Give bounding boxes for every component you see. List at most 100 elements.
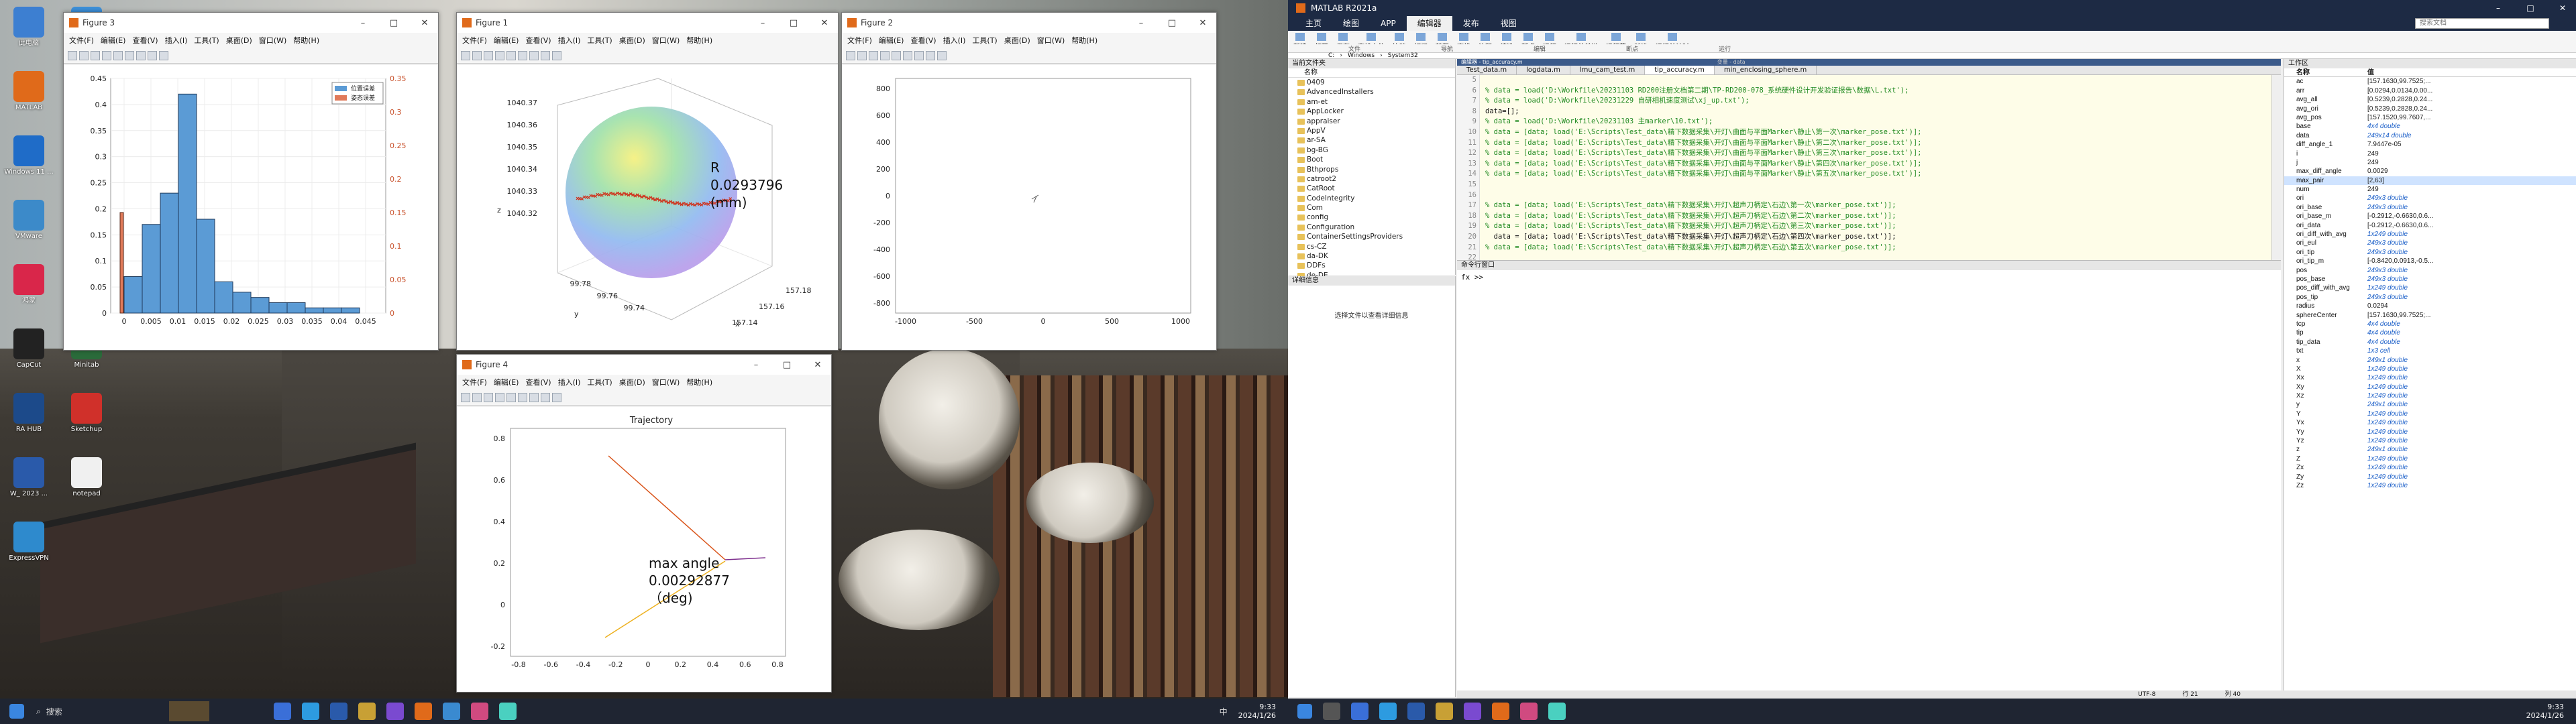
editor-tab[interactable]: logdata.m [1517,66,1570,74]
minimize-button[interactable]: – [2485,3,2512,13]
workspace-variable[interactable]: ori_base 249x3 double [2284,203,2576,212]
desktop-icon[interactable]: VMware [3,200,55,261]
workspace-variable[interactable]: Xz 1x249 double [2284,391,2576,400]
file-list-item[interactable]: cs-CZ [1288,242,1455,251]
tab-editor[interactable]: 编辑器 [1406,16,1452,31]
word-icon[interactable] [1407,703,1425,720]
pointer-icon[interactable] [541,50,550,60]
editor-tab[interactable]: tip_accuracy.m [1645,66,1715,74]
workspace-variable[interactable]: ori_data [-0.2912,-0.6630,0.6... [2284,221,2576,230]
code-line[interactable] [1485,180,2271,190]
print-icon[interactable] [102,50,111,60]
menu-tools[interactable]: 工具(T) [194,35,219,46]
file-list-item[interactable]: appraiser [1288,117,1455,126]
menu-help[interactable]: 帮助(H) [686,35,712,46]
tab-apps[interactable]: APP [1370,16,1407,31]
app-icon[interactable] [443,703,460,720]
print-icon[interactable] [495,392,504,402]
pointer-icon[interactable] [148,50,157,60]
widget-icon[interactable] [169,701,209,721]
maximize-button[interactable]: □ [380,18,407,28]
desktop-icon[interactable]: 鸿蒙 [3,264,55,326]
onenote-icon[interactable] [1464,703,1481,720]
workspace-variable[interactable]: ori 249x3 double [2284,194,2576,202]
minimize-button[interactable]: – [743,360,769,370]
legend-icon[interactable] [914,50,924,60]
code-text[interactable]: % data = load('D:\Workfile\20231103 RD20… [1480,75,2271,345]
menu-help[interactable]: 帮助(H) [293,35,319,46]
tab-plots[interactable]: 绘图 [1332,16,1370,31]
workspace-variable[interactable]: i 249 [2284,149,2576,158]
workspace-variable[interactable]: Yx 1x249 double [2284,418,2576,427]
workspace-variable[interactable]: avg_ori [0.5239,0.2828,0.24... [2284,105,2576,113]
save-icon[interactable] [484,392,493,402]
workspace-variable[interactable]: pos_diff_with_avg 1x249 double [2284,284,2576,292]
code-line[interactable]: data = [data; load('E:\Scripts\Test_data… [1485,232,2271,243]
open-icon[interactable] [472,392,482,402]
figure1-window[interactable]: Figure 1 – □ ✕ 文件(F) 编辑(E) 查看(V) 插入(I) 工具(T) 桌面(… [456,12,839,351]
print-icon[interactable] [880,50,890,60]
code-line[interactable]: % data = [data; load('E:\Scripts\Test_da… [1485,138,2271,149]
menu-tools[interactable]: 工具(T) [587,377,612,387]
minimize-button[interactable]: – [749,18,776,28]
workspace-variable[interactable]: x 249x1 double [2284,356,2576,365]
desktop-icon[interactable]: MATLAB [3,71,55,133]
workspace-variable[interactable]: Zx 1x249 double [2284,463,2576,472]
workspace-variable[interactable]: z 249x1 double [2284,445,2576,454]
save-icon[interactable] [91,50,100,60]
file-list-item[interactable]: 0409 [1288,78,1455,87]
menu-insert[interactable]: 插入(I) [943,35,966,46]
menu-window[interactable]: 窗口(W) [652,35,680,46]
taskview-icon[interactable] [1351,703,1368,720]
menu-file[interactable]: 文件(F) [847,35,872,46]
workspace-variable[interactable]: X 1x249 double [2284,365,2576,373]
search-box[interactable]: ⌕ 搜索 [30,702,164,721]
workspace-variable[interactable]: max_diff_angle 0.0029 [2284,167,2576,176]
open-icon[interactable] [79,50,89,60]
desktop-icon[interactable]: RA HUB [3,393,55,455]
start-icon[interactable] [1297,704,1312,719]
workspace-variable[interactable]: Zy 1x249 double [2284,473,2576,481]
desktop-icon[interactable]: 此电脑 [3,7,55,68]
workspace-variable[interactable]: base 4x4 double [2284,122,2576,131]
legend-icon[interactable] [529,50,539,60]
legend-icon[interactable] [529,392,539,402]
editor-tab[interactable]: Test_data.m [1457,66,1517,74]
file-list-item[interactable]: AppV [1288,126,1455,135]
workspace-variable[interactable]: ori_diff_with_avg 1x249 double [2284,230,2576,239]
menu-edit[interactable]: 编辑(E) [494,377,519,387]
menu-file[interactable]: 文件(F) [462,377,487,387]
clock[interactable]: 9:33 2024/1/26 [2526,703,2564,720]
address-bar[interactable]: C: › Windows › System32 [1288,52,2576,59]
menu-file[interactable]: 文件(F) [462,35,487,46]
code-line[interactable]: data=[]; [1485,107,2271,117]
file-list-item[interactable]: CodeIntegrity [1288,194,1455,203]
workspace-variable[interactable]: ac [157.1630,99.7525;... [2284,77,2576,86]
menu-desktop[interactable]: 桌面(D) [226,35,252,46]
new-figure-icon[interactable] [461,392,470,402]
menu-help[interactable]: 帮助(H) [686,377,712,387]
code-line[interactable]: % data = [data; load('E:\Scripts\Test_da… [1485,211,2271,222]
workspace-variable[interactable]: data 249x14 double [2284,131,2576,140]
file-list-item[interactable]: ar-SA [1288,135,1455,145]
datatip-icon[interactable] [552,50,561,60]
code-line[interactable] [1485,190,2271,201]
file-list-item[interactable]: am-et [1288,97,1455,107]
workspace-variable[interactable]: pos_tip 249x3 double [2284,293,2576,302]
menu-window[interactable]: 窗口(W) [259,35,286,46]
open-icon[interactable] [472,50,482,60]
new-figure-icon[interactable] [68,50,77,60]
tab-publish[interactable]: 发布 [1452,16,1490,31]
desktop-icon[interactable]: W_ 2023 ... [3,457,55,519]
menu-edit[interactable]: 编辑(E) [879,35,904,46]
colorbar-icon[interactable] [125,50,134,60]
workspace-variable[interactable]: pos_base 249x3 double [2284,275,2576,284]
figure2-window[interactable]: Figure 2 – □ ✕ 文件(F) 编辑(E) 查看(V) 插入(I) 工具(T) 桌面(… [841,12,1217,351]
datatip-icon[interactable] [937,50,947,60]
app-icon[interactable] [471,703,488,720]
pointer-icon[interactable] [926,50,935,60]
workspace-variable[interactable]: num 249 [2284,185,2576,194]
editor-tab[interactable]: lmu_cam_test.m [1570,66,1646,74]
file-list-item[interactable]: config [1288,213,1455,222]
workspace-variable[interactable]: Zz 1x249 double [2284,481,2576,490]
